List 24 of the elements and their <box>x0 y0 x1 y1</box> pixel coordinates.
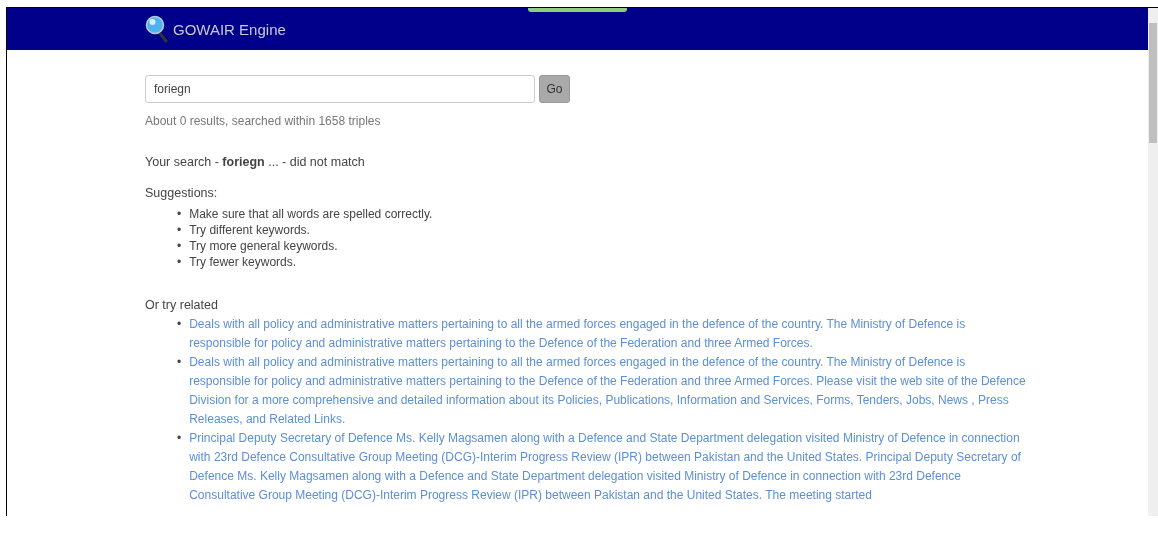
bullet: • <box>177 254 182 270</box>
brand-title: GOWAIR Engine <box>173 20 286 38</box>
scrollbar[interactable] <box>1148 8 1158 516</box>
bullet: • <box>177 238 182 254</box>
related-heading: Or try related <box>145 298 219 312</box>
related-link[interactable]: Deals with all policy and administrative matters pertaining to all the armed forces engaged in the defence of the country. The Ministry of Defence is responsible for policy and administrative matters pertaining to the Defence of the Federation and three Armed Forces. <box>189 315 1027 353</box>
search-field[interactable]: foriegn <box>145 75 535 103</box>
suggestion-text: Try different keywords. <box>189 222 310 238</box>
suggestion-text: Try more general keywords. <box>189 238 338 254</box>
suggestion-text: Make sure that all words are spelled correctly. <box>189 206 433 222</box>
bullet: • <box>177 316 182 333</box>
related-link[interactable]: Principal Deputy Secretary of Defence Ms. Kelly Magsamen along with a Defence and State Department delegation visited Ministry of Defence in connection with 23rd Defence Consultative Group Meeting (DCG)-Interim Progress Review (IPR) between Pakistan and the United States. Principal Deputy Secretary of Defence Ms. Kelly Magsamen along with a Defence and State Department delegation visited Ministry of Defence in connection with 23rd Defence Consultative Group Meeting (DCG)-Interim Progress Review (IPR) between Pakistan and the United States. The meeting started <box>189 429 1027 505</box>
bullet: • <box>177 430 182 447</box>
suggestions-heading: Suggestions: <box>145 186 219 200</box>
magnifier-icon <box>145 15 169 43</box>
go-button[interactable]: Go <box>539 75 570 103</box>
bullet: • <box>177 354 182 371</box>
bullet: • <box>177 206 182 222</box>
suggestion-text: Try fewer keywords. <box>189 254 297 270</box>
no-match-message: Your search - foriegn ... - did not match <box>145 155 366 169</box>
related-link[interactable]: Deals with all policy and administrative matters pertaining to all the armed forces engaged in the defence of the country. The Ministry of Defence is responsible for policy and administrative matters pertaining to the Defence of the Federation and three Armed Forces. Please visit the web site of the Defence Division for a more comprehensive and detailed information about its Policies, Publications, Information and Services, Forms, Tenders, Jobs, News , Press Releases, and Related Links. <box>189 353 1027 429</box>
bullet: • <box>177 222 182 238</box>
scrollbar-thumb[interactable] <box>1149 23 1157 143</box>
result-count: About 0 results, searched within 1658 triples <box>145 114 382 128</box>
